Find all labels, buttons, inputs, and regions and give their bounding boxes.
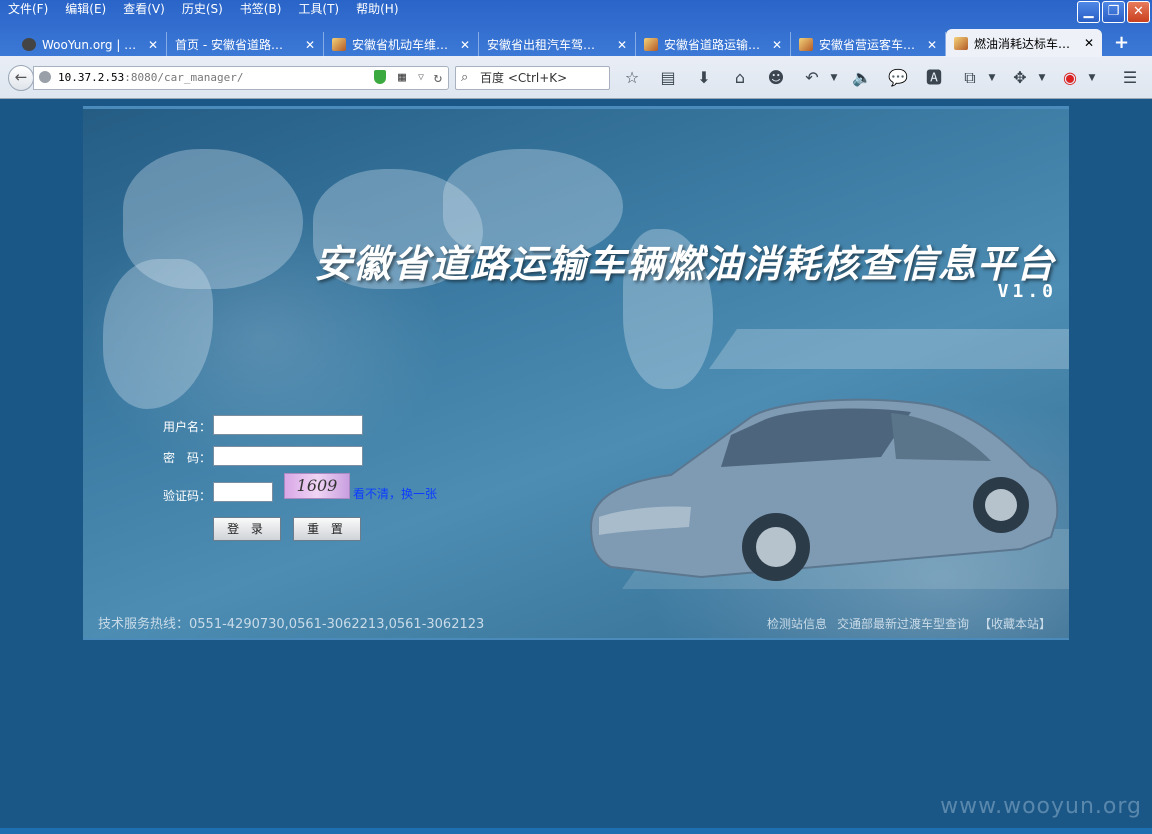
username-input[interactable] xyxy=(213,415,363,435)
password-input[interactable] xyxy=(213,446,363,466)
close-tab-icon[interactable]: ✕ xyxy=(1084,36,1094,50)
menu-view[interactable]: 查看(V) xyxy=(115,0,174,20)
wooyun-favicon-icon xyxy=(22,38,36,51)
site-favicon-icon xyxy=(332,38,346,51)
username-label: 用户名： xyxy=(162,420,211,434)
close-tab-icon[interactable]: ✕ xyxy=(460,38,470,52)
speaker-icon[interactable]: 🔈 xyxy=(848,67,876,89)
menu-bookmarks[interactable]: 书签(B) xyxy=(232,0,291,20)
search-input[interactable]: ⌕ 百度 <Ctrl+K> xyxy=(455,66,610,90)
chat-bubble-icon[interactable]: 💬 xyxy=(884,67,912,89)
home-icon[interactable]: ⌂ xyxy=(726,67,754,89)
captcha-input[interactable] xyxy=(213,482,273,502)
footer-links: 检测站信息 交通部最新过渡车型查询 【收藏本站】 xyxy=(767,615,1051,632)
car-illustration xyxy=(589,398,1059,581)
close-tab-icon[interactable]: ✕ xyxy=(305,38,315,52)
site-favicon-icon xyxy=(799,38,813,51)
minimize-icon[interactable]: ▁ xyxy=(1077,1,1100,23)
shield-icon[interactable] xyxy=(374,70,386,84)
addon-icon[interactable]: ✥ xyxy=(1006,67,1034,89)
map-continent xyxy=(103,259,213,409)
globe-icon xyxy=(39,71,51,83)
url-bar[interactable]: 10.37.2.53:8080/car_manager/ ▦ ▽ ↻ xyxy=(33,66,449,90)
tab-road-transport[interactable]: 安徽省道路运输… ✕ xyxy=(636,32,791,57)
menu-tools[interactable]: 工具(T) xyxy=(290,0,348,20)
platform-title: 安徽省道路运输车辆燃油消耗核查信息平台 xyxy=(313,241,1055,286)
restore-icon[interactable]: ❐ xyxy=(1102,1,1125,23)
url-text[interactable]: 10.37.2.53:8080/car_manager/ xyxy=(58,67,243,89)
qr-code-icon[interactable]: ▦ xyxy=(398,71,406,85)
reload-icon[interactable]: ↻ xyxy=(434,67,442,89)
menu-bar: 文件(F) 编辑(E) 查看(V) 历史(S) 书签(B) 工具(T) 帮助(H… xyxy=(0,0,1080,20)
close-tab-icon[interactable]: ✕ xyxy=(772,38,782,52)
dropdown-arrow-icon[interactable]: ▽ xyxy=(418,67,424,89)
extension-dropdown-icon[interactable]: ▼ xyxy=(1086,67,1098,89)
close-window-icon[interactable]: ✕ xyxy=(1127,1,1150,23)
toolbar-icons: ☆ ▤ ⬇ ⌂ ☻ ↶ ▼ 🔈 💬 🅰 ⧉ ▼ ✥ ▼ ◉ ▼ ☰ xyxy=(618,67,1137,89)
tab-title: 安徽省道路运输… xyxy=(664,38,761,52)
crop-dropdown-icon[interactable]: ▼ xyxy=(986,67,998,89)
search-icon: ⌕ xyxy=(461,70,469,85)
vehicle-model-query-link[interactable]: 交通部最新过渡车型查询 xyxy=(837,615,969,632)
url-path: :8080/car_manager/ xyxy=(124,71,244,84)
navigation-toolbar: ← 10.37.2.53:8080/car_manager/ ▦ ▽ ↻ ⌕ 百… xyxy=(0,59,1152,97)
tab-title: WooYun.org | … xyxy=(42,37,137,52)
tab-title: 首页 - 安徽省道路… xyxy=(175,38,283,52)
search-placeholder: 百度 <Ctrl+K> xyxy=(480,71,568,85)
tab-title: 安徽省营运客车… xyxy=(819,38,916,52)
close-tab-icon[interactable]: ✕ xyxy=(617,38,627,52)
site-favicon-icon xyxy=(644,38,658,51)
undo-dropdown-icon[interactable]: ▼ xyxy=(828,67,840,89)
tab-taxi[interactable]: 安徽省出租汽车驾… ✕ xyxy=(479,32,636,57)
close-tab-icon[interactable]: ✕ xyxy=(148,38,158,52)
browser-chrome: 文件(F) 编辑(E) 查看(V) 历史(S) 书签(B) 工具(T) 帮助(H… xyxy=(0,0,1152,99)
reading-list-icon[interactable]: ▤ xyxy=(654,67,682,89)
close-tab-icon[interactable]: ✕ xyxy=(927,38,937,52)
captcha-image[interactable]: 1609 xyxy=(284,473,350,499)
site-favicon-icon xyxy=(954,36,968,50)
road-stripe xyxy=(708,329,1069,369)
download-icon[interactable]: ⬇ xyxy=(690,67,718,89)
menu-history[interactable]: 历史(S) xyxy=(174,0,232,20)
inspection-station-link[interactable]: 检测站信息 xyxy=(767,615,827,632)
back-arrow-icon[interactable]: ← xyxy=(8,65,34,91)
bottom-border xyxy=(0,828,1152,834)
new-tab-icon[interactable]: + xyxy=(1114,29,1129,57)
tab-home[interactable]: 首页 - 安徽省道路… ✕ xyxy=(167,32,324,57)
bookmark-star-icon[interactable]: ☆ xyxy=(618,67,646,89)
login-panel: 安徽省道路运输车辆燃油消耗核查信息平台 V1.0 用户名： 密 码： 验证码： … xyxy=(83,106,1069,640)
undo-icon[interactable]: ↶ xyxy=(798,67,826,89)
crop-icon[interactable]: ⧉ xyxy=(956,67,984,89)
reset-button[interactable]: 重 置 xyxy=(293,517,361,541)
captcha-label: 验证码： xyxy=(162,489,211,503)
tab-wooyun[interactable]: WooYun.org | … ✕ xyxy=(14,32,167,57)
tab-strip: WooYun.org | … ✕ 首页 - 安徽省道路… ✕ 安徽省机动车维… … xyxy=(14,29,1129,57)
menu-edit[interactable]: 编辑(E) xyxy=(57,0,115,20)
menu-file[interactable]: 文件(F) xyxy=(0,0,57,20)
tab-fuel-consumption[interactable]: 燃油消耗达标车… ✕ xyxy=(946,29,1102,57)
window-controls: ▁ ❐ ✕ xyxy=(1077,1,1150,23)
support-hotline: 技术服务热线：0551-4290730,0561-3062213,0561-30… xyxy=(98,617,485,632)
font-icon[interactable]: 🅰 xyxy=(920,67,948,89)
menu-help[interactable]: 帮助(H) xyxy=(348,0,407,20)
tab-title: 安徽省机动车维… xyxy=(352,38,449,52)
url-host: 10.37.2.53 xyxy=(58,71,125,84)
watermark: www.wooyun.org xyxy=(940,794,1142,819)
shield-extension-icon[interactable]: ◉ xyxy=(1056,67,1084,89)
login-button[interactable]: 登 录 xyxy=(213,517,281,541)
hamburger-menu-icon[interactable]: ☰ xyxy=(1116,67,1144,89)
version-label: V1.0 xyxy=(997,281,1057,302)
smiley-icon[interactable]: ☻ xyxy=(762,67,790,89)
tab-title: 燃油消耗达标车… xyxy=(974,36,1071,51)
tab-title: 安徽省出租汽车驾… xyxy=(487,38,596,52)
tab-vehicle-repair[interactable]: 安徽省机动车维… ✕ xyxy=(324,32,479,57)
tab-passenger-bus[interactable]: 安徽省营运客车… ✕ xyxy=(791,32,946,57)
password-label: 密 码： xyxy=(162,451,211,465)
addon-dropdown-icon[interactable]: ▼ xyxy=(1036,67,1048,89)
bookmark-site-link[interactable]: 【收藏本站】 xyxy=(979,615,1051,632)
refresh-captcha-link[interactable]: 看不清，换一张 xyxy=(353,485,437,502)
